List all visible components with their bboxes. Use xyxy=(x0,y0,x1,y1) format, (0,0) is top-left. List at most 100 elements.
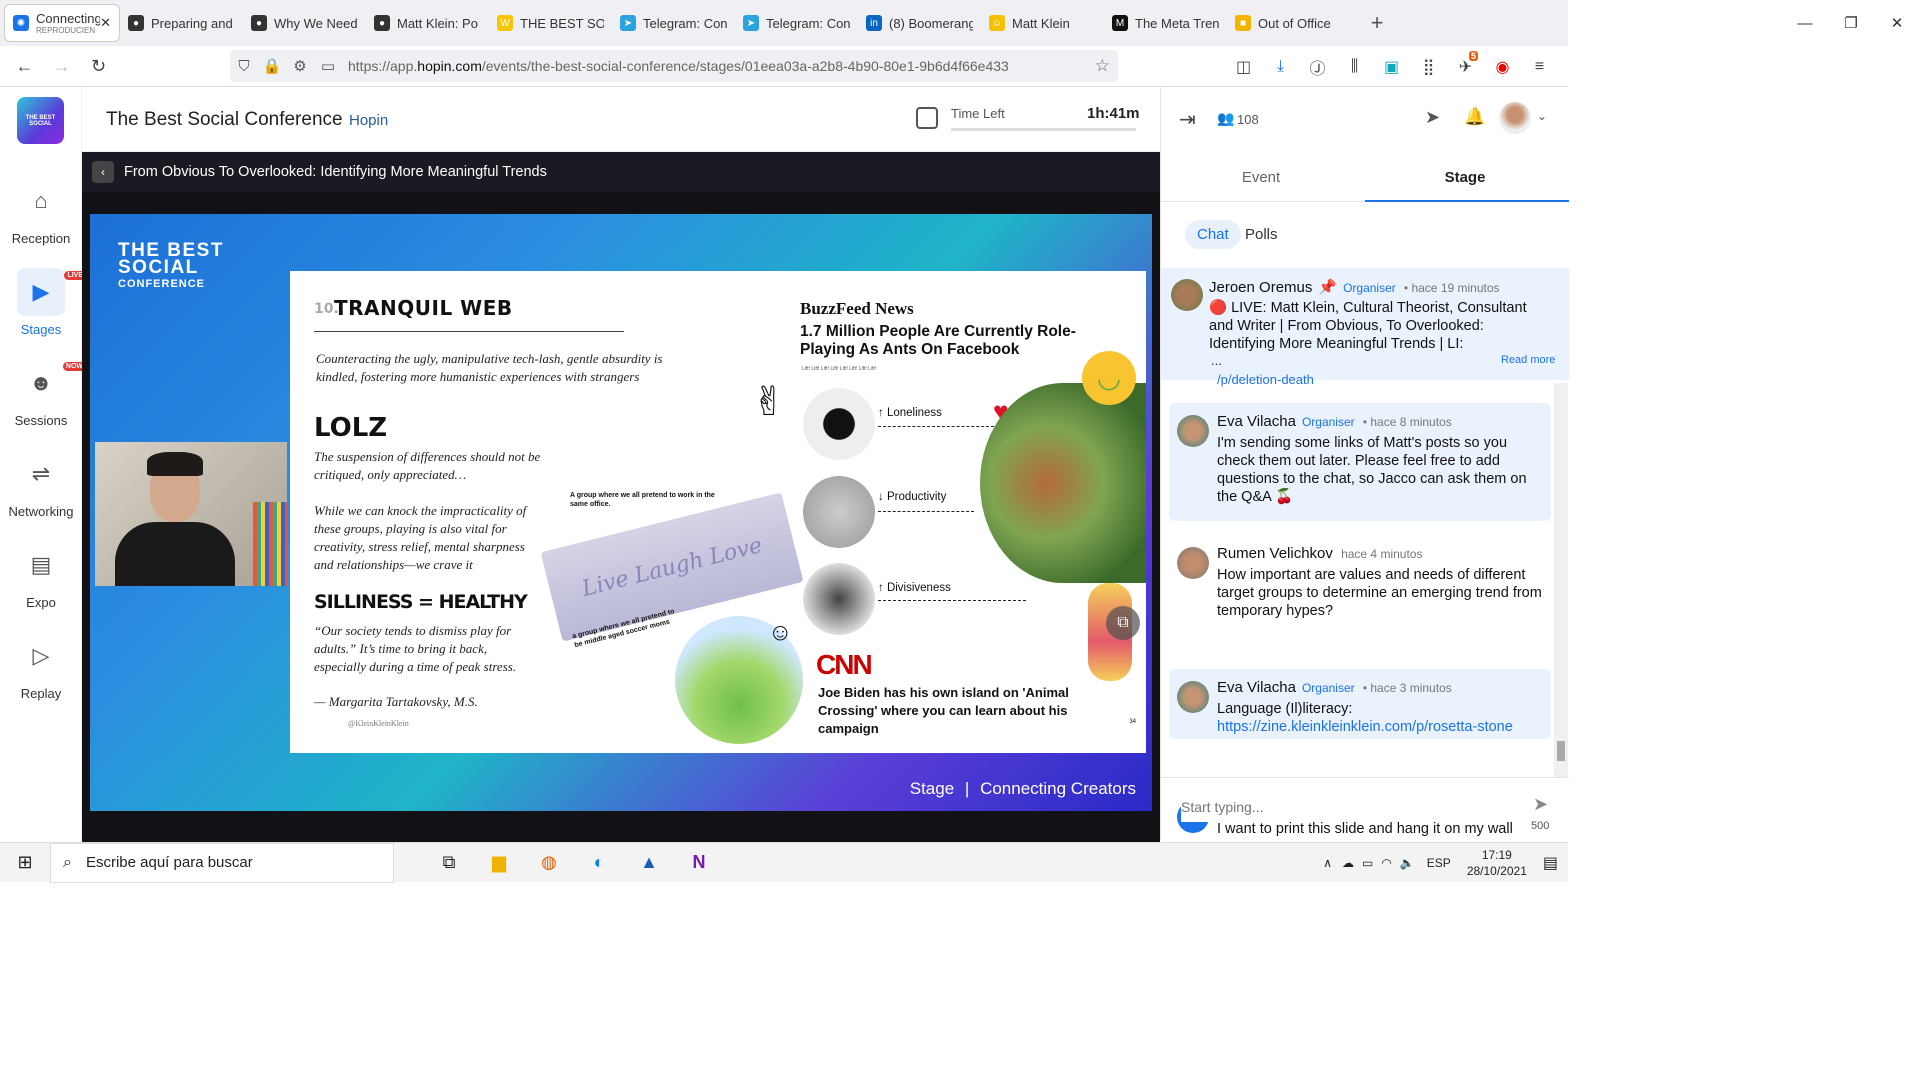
volume-icon[interactable]: 🔈 xyxy=(1400,856,1415,870)
battery-icon[interactable]: ▭ xyxy=(1362,856,1373,870)
sidebar-item-stages[interactable]: ▶ LIVE Stages xyxy=(0,268,86,337)
browser-tab[interactable]: W THE BEST SOC xyxy=(489,4,612,42)
lock-icon[interactable]: 🔒 xyxy=(258,57,286,75)
permissions-icon[interactable]: ⚙ xyxy=(286,57,314,75)
message-author: Eva Vilacha Organiser • hace 8 minutos xyxy=(1217,413,1452,430)
close-window-icon[interactable]: ✕ xyxy=(1874,0,1920,46)
tab-stage[interactable]: Stage xyxy=(1365,169,1565,186)
avatar xyxy=(1171,279,1203,311)
tab-title: Why We Need xyxy=(274,15,358,31)
file-explorer-icon[interactable]: ▆ xyxy=(474,843,524,883)
event-header: The Best Social Conference Hopin Time Le… xyxy=(82,87,1160,152)
tray-chevron-icon[interactable]: ∧ xyxy=(1323,856,1332,870)
browser-tab[interactable]: ➤ Telegram: Con xyxy=(612,4,735,42)
browser-tab[interactable]: ☺ Matt Klein xyxy=(981,4,1104,42)
address-bar[interactable]: ⛉ 🔒 ⚙ ▭ https://app.hopin.com/events/the… xyxy=(230,50,1118,82)
clock[interactable]: 17:19 28/10/2021 xyxy=(1467,847,1527,879)
notifications-icon[interactable]: ▤ xyxy=(1543,853,1558,873)
time-left-value: 1h:41m xyxy=(1087,105,1140,122)
chat-scrollbar[interactable] xyxy=(1554,383,1568,777)
tab-favicon-icon: ✺ xyxy=(13,15,29,31)
chat-input[interactable] xyxy=(1181,792,1511,822)
edge-icon[interactable]: ◐ xyxy=(574,843,624,883)
account-chevron-icon[interactable]: ⌄ xyxy=(1537,109,1547,123)
stage-video[interactable]: THE BEST SOCIAL CONFERENCE 10. TRANQUIL WE… xyxy=(90,214,1152,811)
sidebar-item-label: Stages xyxy=(20,322,62,337)
silliness-heading: SILLINESS = HEALTHY xyxy=(314,591,528,613)
subtab-polls[interactable]: Polls xyxy=(1233,220,1290,249)
opera-icon[interactable]: ◉ xyxy=(1484,57,1521,77)
chat-composer: ➤ 500 xyxy=(1161,777,1569,841)
pocket-icon[interactable]: ◫ xyxy=(1225,57,1262,77)
productivity-image xyxy=(803,476,875,548)
onenote-icon[interactable]: N xyxy=(674,843,724,883)
photos-icon[interactable]: ▲ xyxy=(624,843,674,883)
send-icon[interactable]: ➤ xyxy=(1425,107,1440,128)
task-view-icon[interactable]: ⧉ xyxy=(424,843,474,883)
onedrive-icon[interactable]: ☁ xyxy=(1342,856,1354,870)
browser-tab[interactable]: ● Matt Klein: Po xyxy=(366,4,489,42)
panel-topbar: ⇥ 👥 108 ➤ 🔔 ⌄ xyxy=(1161,87,1569,152)
new-tab-icon[interactable]: + xyxy=(1362,10,1392,36)
minimize-icon[interactable]: — xyxy=(1782,0,1828,46)
menu-icon[interactable]: ≡ xyxy=(1521,58,1558,76)
sidebar-item-label: Networking xyxy=(8,504,74,519)
buzzfeed-subline: Lift! Lift! Lift! Lift! Lift! Lift! Lift… xyxy=(802,366,877,372)
avatar xyxy=(1177,547,1209,579)
save-icon[interactable]: ▣ xyxy=(1373,57,1410,77)
taskbar-search[interactable]: ⌕ Escribe aquí para buscar xyxy=(50,842,394,883)
sidebar-item-networking[interactable]: ⇌ Networking xyxy=(0,450,82,519)
screen-share-icon[interactable]: ▭ xyxy=(314,57,342,75)
pinned-link-tail[interactable]: /p/deletion-death xyxy=(1217,372,1314,387)
reload-icon[interactable]: ↻ xyxy=(80,56,117,77)
extension-icon[interactable]: ✈ 5 xyxy=(1447,50,1484,77)
collapse-panel-icon[interactable]: ⇥ xyxy=(1179,107,1196,132)
close-tab-icon[interactable]: ✕ xyxy=(100,15,111,31)
browser-tab[interactable]: ➤ Telegram: Con xyxy=(735,4,858,42)
send-message-icon[interactable]: ➤ xyxy=(1533,794,1548,815)
pip-toggle-icon[interactable]: ⧉ xyxy=(1106,606,1140,640)
downloads-icon[interactable]: ⤓ xyxy=(1262,58,1299,76)
sidebar-item-sessions[interactable]: ☻ NOW Sessions xyxy=(0,359,86,428)
browser-tab[interactable]: ● Preparing and xyxy=(120,4,243,42)
sidebar-item-expo[interactable]: ▤ Expo xyxy=(0,541,82,610)
browser-tab[interactable]: ■ Out of Office xyxy=(1227,4,1350,42)
sidebar-item-label: Reception xyxy=(11,231,71,246)
user-avatar[interactable] xyxy=(1499,102,1531,134)
firefox-icon[interactable]: ◍ xyxy=(524,843,574,883)
bell-icon[interactable]: 🔔 xyxy=(1464,107,1485,127)
attendee-count[interactable]: 108 xyxy=(1237,112,1259,127)
browser-tab[interactable]: ✺ Connecting REPRODUCIEN ✕ xyxy=(4,4,120,42)
avatar xyxy=(1177,681,1209,713)
event-organizer[interactable]: Hopin xyxy=(349,112,388,129)
tab-favicon-icon: ■ xyxy=(1235,15,1251,31)
browser-tab[interactable]: in (8) Boomerang xyxy=(858,4,981,42)
bookmark-star-icon[interactable]: ☆ xyxy=(1095,56,1110,76)
sidebar-item-reception[interactable]: ⌂ Reception xyxy=(0,177,82,246)
read-more-link[interactable]: Read more xyxy=(1501,354,1555,366)
restore-icon[interactable]: ❐ xyxy=(1828,0,1874,46)
sessions-icon: ☻ xyxy=(29,370,53,395)
browser-tab[interactable]: M The Meta Tren xyxy=(1104,4,1227,42)
back-icon[interactable]: ← xyxy=(6,56,43,77)
library-icon[interactable]: ⫼ xyxy=(1336,58,1373,76)
slide-title: TRANQUIL WEB xyxy=(334,296,513,320)
sidebar-item-replay[interactable]: ▷ Replay xyxy=(0,632,82,701)
tab-title: Out of Office xyxy=(1258,15,1331,31)
pinned-author: Jeroen Oremus 📌 Organiser • hace 19 minuto… xyxy=(1209,279,1500,296)
group-post-1: A group where we all pretend to work in … xyxy=(570,492,715,508)
message-link[interactable]: https://zine.kleinkleinklein.com/p/roset… xyxy=(1217,719,1513,735)
apps-grid-icon[interactable]: ⣿ xyxy=(1410,57,1447,77)
time-left-bar xyxy=(951,128,1136,131)
wifi-icon[interactable]: ◠ xyxy=(1381,856,1391,870)
event-logo[interactable]: THE BEST SOCIAL xyxy=(17,97,64,144)
shield-icon[interactable]: ⛉ xyxy=(230,58,258,75)
profile-j-icon[interactable]: Ⓙ xyxy=(1299,55,1336,79)
windows-start-icon[interactable]: ⊞ xyxy=(0,843,50,883)
back-chevron-icon[interactable]: ‹ xyxy=(92,161,114,183)
forward-icon[interactable]: → xyxy=(43,56,80,77)
browser-tab[interactable]: ● Why We Need xyxy=(243,4,366,42)
tab-event[interactable]: Event xyxy=(1161,169,1361,186)
panel-tabs: Event Stage xyxy=(1161,152,1569,202)
language-indicator[interactable]: ESP xyxy=(1427,856,1451,870)
